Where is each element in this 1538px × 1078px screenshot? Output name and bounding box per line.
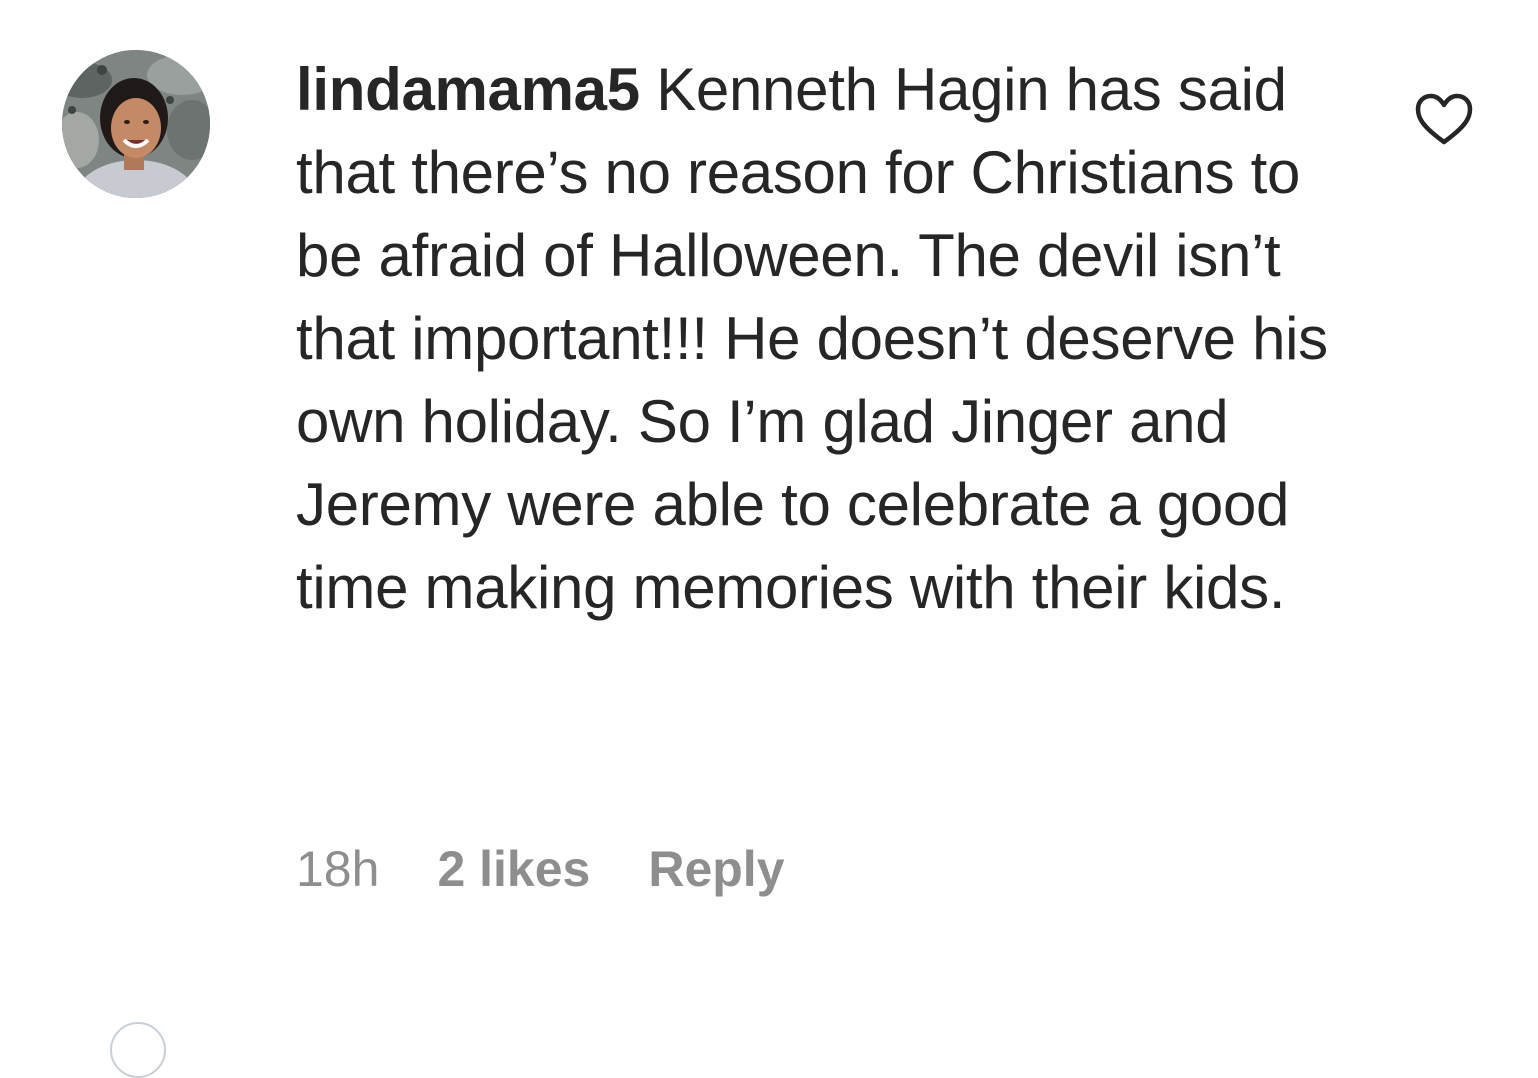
user-avatar-photo [62, 50, 210, 198]
comment-text: lindamama5 Kenneth Hagin has said that t… [296, 48, 1376, 629]
username[interactable]: lindamama5 [296, 56, 640, 123]
comment-timestamp: 18h [296, 841, 380, 897]
comment-message: Kenneth Hagin has said that there’s no r… [296, 56, 1328, 621]
avatar[interactable] [62, 50, 210, 198]
comment-item: lindamama5 Kenneth Hagin has said that t… [0, 0, 1538, 1000]
heart-outline-icon[interactable] [1414, 92, 1474, 148]
likes-count[interactable]: 2 likes [437, 840, 590, 898]
comment-body: lindamama5 Kenneth Hagin has said that t… [296, 48, 1376, 629]
next-comment-avatar [110, 1022, 166, 1078]
comment-meta: 18h 2 likes Reply [296, 840, 785, 898]
reply-button[interactable]: Reply [648, 840, 784, 898]
